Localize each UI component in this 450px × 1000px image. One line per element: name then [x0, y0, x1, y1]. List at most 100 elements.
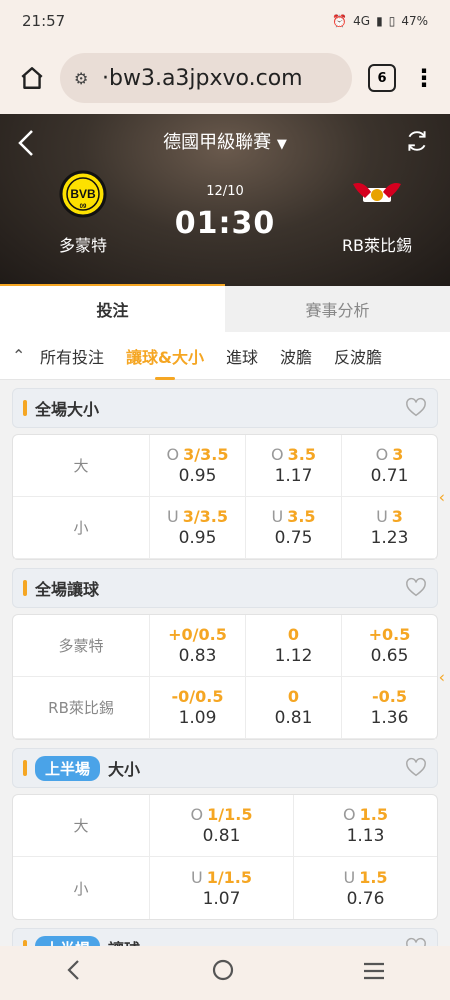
- section-header-half-handicap[interactable]: 上半場 讓球: [12, 928, 438, 946]
- signal-icon: ▮: [376, 14, 383, 28]
- odds-value: 0.65: [370, 646, 409, 666]
- tab-handicap-overunder[interactable]: 讓球&大小: [126, 344, 204, 368]
- tab-betting[interactable]: 投注: [0, 286, 225, 332]
- browser-menu-button[interactable]: ⋮: [412, 66, 436, 90]
- odds-row: 大 O 3/3.5 0.95 O 3.5 1.17 O 3 0.71: [13, 435, 437, 497]
- odds-cell[interactable]: O 3/3.5 0.95: [150, 435, 246, 496]
- odds-value: 1.23: [370, 528, 409, 548]
- odds-value: 1.07: [202, 888, 241, 909]
- line-prefix: U: [190, 867, 203, 887]
- line-prefix: O: [375, 445, 389, 464]
- line-value: 3/3.5: [183, 445, 229, 464]
- odds-cell[interactable]: -0/0.5 1.09: [150, 677, 246, 738]
- row-label: 大: [13, 435, 150, 496]
- site-settings-icon[interactable]: ⚙: [74, 69, 96, 88]
- section-title: 全場讓球: [35, 580, 100, 599]
- section-header-full-handicap[interactable]: 全場讓球: [12, 568, 438, 608]
- tab-switcher-button[interactable]: 6: [368, 64, 396, 92]
- section-header-half-overunder[interactable]: 上半場 大小: [12, 748, 438, 788]
- line-prefix: U: [343, 867, 356, 887]
- heart-icon[interactable]: [405, 757, 427, 779]
- nav-back-icon: [67, 960, 79, 980]
- heart-icon[interactable]: [405, 577, 427, 599]
- line-value: 1/1.5: [207, 805, 253, 824]
- odds-cell[interactable]: O 1.5 1.13: [294, 795, 437, 856]
- period-badge: 上半場: [35, 755, 101, 781]
- odds-cell[interactable]: O 1/1.5 0.81: [150, 795, 294, 856]
- line-value: +0.5: [368, 625, 411, 644]
- odds-cell[interactable]: U 3/3.5 0.95: [150, 497, 246, 558]
- line-value: 3: [392, 445, 404, 464]
- odds-cell[interactable]: U 3.5 0.75: [246, 497, 342, 558]
- nav-home-icon: [212, 959, 234, 980]
- heart-icon[interactable]: [405, 397, 427, 419]
- odds-cell[interactable]: +0/0.5 0.83: [150, 615, 246, 676]
- odds-cell[interactable]: 0 0.81: [246, 677, 342, 738]
- url-field[interactable]: ⚙ ·bw3.a3jpxvo.com: [60, 53, 352, 103]
- odds-value: 1.09: [178, 708, 217, 728]
- odds-cell[interactable]: U 3 1.23: [342, 497, 437, 558]
- match-header: 德國甲級聯賽 ▼ BVB 09 多蒙特 12/10 01:30 RB萊比錫: [0, 114, 450, 286]
- odds-row: 小 U 3/3.5 0.95 U 3.5 0.75 U 3 1.23: [13, 497, 437, 559]
- caret-down-icon: ▼: [276, 137, 287, 152]
- status-icons: ⏰ 4G ▮ ▯ 47%: [332, 14, 428, 28]
- odds-table-full-handicap: 多蒙特 +0/0.5 0.83 0 1.12 +0.5 0.65 RB萊比錫 -0/0…: [12, 614, 445, 740]
- system-nav-bar: [0, 946, 450, 1000]
- line-value: 3: [391, 507, 403, 526]
- nav-home-button[interactable]: [211, 958, 235, 989]
- browser-toolbar: ⚙ ·bw3.a3jpxvo.com 6 ⋮: [0, 42, 450, 114]
- odds-row: 小 U 1/1.5 1.07 U 1.5 0.76: [13, 857, 437, 919]
- nav-back-button[interactable]: [64, 958, 84, 988]
- heart-icon[interactable]: [405, 937, 427, 946]
- odds-value: 1.36: [370, 708, 409, 728]
- section-accent-bar: [23, 580, 27, 596]
- tab-goals[interactable]: 進球: [226, 344, 258, 368]
- line-value: +0/0.5: [168, 625, 227, 644]
- more-lines-chevron-icon[interactable]: ‹: [439, 668, 445, 687]
- line-prefix: U: [376, 507, 388, 526]
- refresh-icon[interactable]: [404, 128, 430, 154]
- section-title: 大小: [108, 760, 141, 779]
- odds-row: RB萊比錫 -0/0.5 1.09 0 0.81 -0.5 1.36: [13, 677, 437, 739]
- odds-cell[interactable]: -0.5 1.36: [342, 677, 437, 738]
- line-value: 0: [287, 687, 300, 706]
- league-selector[interactable]: 德國甲級聯賽 ▼: [0, 128, 450, 154]
- url-text: ·bw3.a3jpxvo.com: [102, 65, 303, 91]
- tab-match-analysis[interactable]: 賽事分析: [225, 286, 450, 332]
- section-accent-bar: [23, 760, 27, 776]
- line-prefix: U: [271, 507, 284, 526]
- odds-cell[interactable]: U 1.5 0.76: [294, 857, 437, 919]
- line-prefix: O: [190, 805, 204, 824]
- league-name: 德國甲級聯賽: [163, 132, 272, 153]
- row-label: 多蒙特: [13, 615, 150, 676]
- battery-level: 47%: [401, 14, 428, 28]
- row-label: RB萊比錫: [13, 677, 150, 738]
- tab-all-bets[interactable]: 所有投注: [40, 344, 104, 368]
- odds-cell[interactable]: U 1/1.5 1.07: [150, 857, 294, 919]
- line-value: -0/0.5: [171, 687, 224, 706]
- tab-correct-score[interactable]: 波膽: [280, 344, 312, 368]
- line-prefix: O: [166, 445, 180, 464]
- odds-cell[interactable]: +0.5 0.65: [342, 615, 437, 676]
- odds-value: 1.12: [274, 646, 313, 666]
- line-prefix: O: [343, 805, 356, 824]
- line-value: -0.5: [372, 687, 407, 706]
- odds-cell[interactable]: O 3.5 1.17: [246, 435, 342, 496]
- nav-recents-button[interactable]: [362, 958, 386, 988]
- odds-cell[interactable]: 0 1.12: [246, 615, 342, 676]
- odds-value: 0.81: [274, 708, 313, 728]
- odds-value: 0.71: [370, 466, 409, 486]
- more-lines-chevron-icon[interactable]: ‹: [439, 488, 445, 507]
- line-prefix: O: [271, 445, 284, 464]
- collapse-all-icon[interactable]: ⌃: [12, 346, 40, 365]
- odds-value: 1.17: [274, 466, 313, 486]
- status-time: 21:57: [22, 12, 66, 30]
- away-team-name: RB萊比錫: [341, 236, 413, 255]
- odds-content: 全場大小 大 O 3/3.5 0.95 O 3.5 1.17 O 3 0.71 小 U 3/3…: [0, 380, 450, 946]
- line-value: 3/3.5: [182, 507, 229, 526]
- home-icon: [21, 67, 43, 89]
- home-button[interactable]: [14, 60, 50, 96]
- section-header-full-overunder[interactable]: 全場大小: [12, 388, 438, 428]
- odds-cell[interactable]: O 3 0.71: [342, 435, 437, 496]
- tab-anti-correct-score[interactable]: 反波膽: [334, 344, 382, 368]
